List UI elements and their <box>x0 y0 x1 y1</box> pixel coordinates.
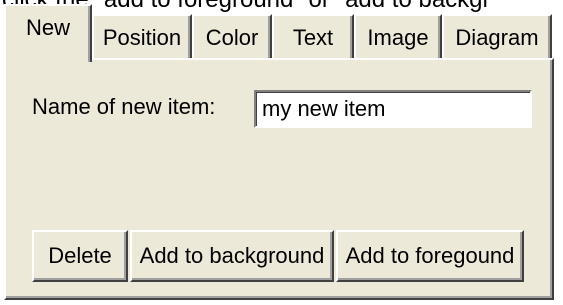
tab-diagram[interactable]: Diagram <box>442 14 552 60</box>
add-to-background-button[interactable]: Add to background <box>130 230 334 282</box>
tab-position[interactable]: Position <box>92 14 192 60</box>
tab-color[interactable]: Color <box>192 14 272 60</box>
tab-text[interactable]: Text <box>272 14 354 60</box>
delete-button[interactable]: Delete <box>32 230 128 282</box>
tab-new[interactable]: New <box>4 4 92 62</box>
new-item-panel: Name of new item: Delete Add to backgrou… <box>4 58 554 300</box>
name-label: Name of new item: <box>32 94 216 119</box>
name-input[interactable] <box>254 90 532 128</box>
tab-image[interactable]: Image <box>354 14 442 60</box>
add-to-foreground-button[interactable]: Add to foregound <box>336 230 524 282</box>
